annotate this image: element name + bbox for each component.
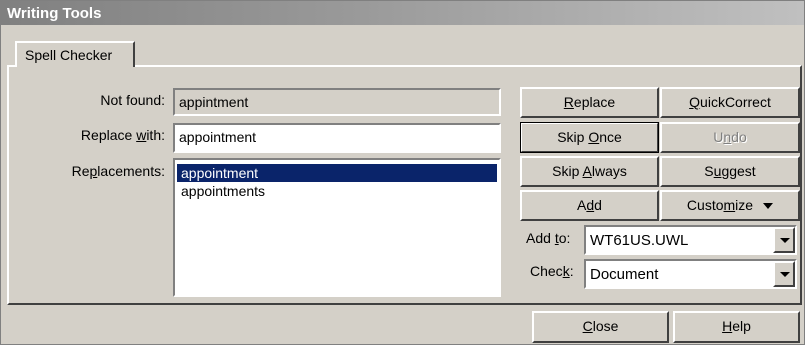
check-select[interactable]: Document bbox=[584, 259, 797, 289]
add-button[interactable]: Add bbox=[520, 190, 659, 221]
replacements-label: Replacements: bbox=[71, 163, 165, 179]
list-item[interactable]: appointment bbox=[177, 164, 497, 182]
replacements-list[interactable]: appointment appointments bbox=[173, 158, 501, 297]
check-value: Document bbox=[590, 266, 659, 283]
close-button[interactable]: Close bbox=[532, 311, 669, 343]
title-bar: Writing Tools bbox=[1, 1, 804, 25]
add-to-label: Add to: bbox=[526, 230, 571, 246]
not-found-field: appintment bbox=[173, 88, 501, 116]
replace-button[interactable]: Replace bbox=[520, 87, 659, 118]
suggest-button[interactable]: Suggest bbox=[660, 156, 800, 187]
replace-with-input[interactable]: appointment bbox=[173, 123, 501, 153]
tab-spell-checker[interactable]: Spell Checker bbox=[15, 41, 135, 67]
add-to-value: WT61US.UWL bbox=[590, 232, 689, 249]
skip-once-button[interactable]: Skip Once bbox=[520, 122, 659, 153]
check-label: Check: bbox=[530, 263, 574, 279]
window-title: Writing Tools bbox=[7, 5, 102, 22]
customize-button[interactable]: Customize bbox=[660, 190, 800, 221]
tab-label: Spell Checker bbox=[25, 47, 113, 63]
list-item[interactable]: appointments bbox=[177, 182, 497, 200]
quickcorrect-button[interactable]: QuickCorrect bbox=[660, 87, 800, 118]
writing-tools-window: Writing Tools Spell Checker Not found: R… bbox=[0, 0, 805, 345]
chevron-down-icon[interactable] bbox=[773, 227, 795, 253]
skip-always-button[interactable]: Skip Always bbox=[520, 156, 659, 187]
help-button[interactable]: Help bbox=[673, 311, 800, 343]
chevron-down-icon[interactable] bbox=[773, 261, 795, 287]
replace-with-label: Replace with: bbox=[80, 127, 165, 143]
not-found-label: Not found: bbox=[100, 92, 165, 108]
undo-button[interactable]: Undo bbox=[660, 122, 800, 153]
add-to-select[interactable]: WT61US.UWL bbox=[584, 225, 797, 255]
dropdown-arrow-icon bbox=[763, 203, 774, 210]
